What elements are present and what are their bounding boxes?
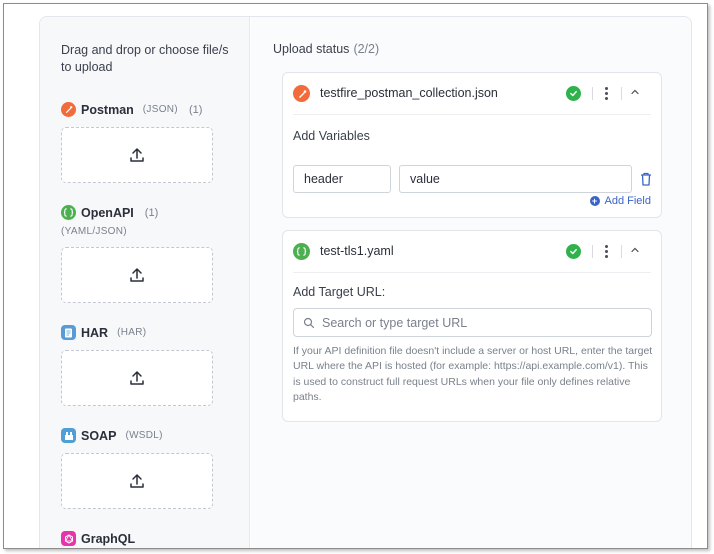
postman-icon [293,85,310,102]
chevron-up-icon[interactable] [629,86,641,98]
more-options-icon[interactable] [603,243,609,260]
file-card-header: testfire_postman_collection.json [293,73,651,115]
type-format: (WSDL) [125,430,163,441]
graphql-icon [61,531,76,546]
variable-value-input[interactable] [399,165,632,193]
postman-icon [61,102,76,117]
file-card-postman: testfire_postman_collection.json Add Var… [282,72,662,218]
divider [592,245,593,258]
upload-panel: Drag and drop or choose file/s to upload… [39,16,692,548]
type-count: (1) [144,206,159,219]
upload-icon [130,268,144,282]
type-graphql: GraphQL [61,531,135,546]
check-circle-icon [566,86,581,101]
file-type-sidebar: Drag and drop or choose file/s to upload… [40,17,250,548]
type-name: HAR [81,325,109,340]
openapi-icon [293,243,310,260]
dropzone-openapi[interactable] [61,247,213,303]
divider [621,245,622,258]
soap-icon [61,428,76,443]
type-format: (JSON) [142,104,178,115]
type-name: Postman [81,102,134,117]
target-url-search[interactable] [293,308,652,337]
upload-icon [130,474,144,488]
search-icon [303,317,315,328]
target-url-help-text: If your API definition file doesn't incl… [293,345,653,403]
file-name: test-tls1.yaml [320,244,394,258]
window-frame: Drag and drop or choose file/s to upload… [3,3,708,549]
type-soap: SOAP (WSDL) [61,428,163,443]
type-har: HAR (HAR) [61,325,146,340]
add-variables-label: Add Variables [293,129,370,143]
upload-icon [130,371,144,385]
type-format: (HAR) [117,327,147,338]
type-subformat: (YAML/JSON) [61,226,127,237]
har-icon [61,325,76,340]
variable-key-input[interactable] [293,165,391,193]
add-target-url-label: Add Target URL: [293,285,386,299]
type-postman: Postman (JSON) (1) [61,102,202,117]
chevron-up-icon[interactable] [629,244,641,256]
upload-status-count: (2/2) [353,42,380,56]
upload-status-area: Upload status (2/2) testfire_postman_coll… [251,17,691,548]
trash-icon[interactable] [640,172,652,186]
upload-status-title: Upload status (2/2) [273,42,379,56]
upload-icon [130,148,144,162]
openapi-icon [61,205,76,220]
type-name: SOAP [81,428,117,443]
type-name: OpenAPI [81,205,134,220]
type-count: (1) [188,103,203,116]
type-openapi: OpenAPI (1) [61,205,158,220]
type-name: GraphQL [81,531,136,546]
more-options-icon[interactable] [603,85,609,102]
divider [621,87,622,100]
upload-status-label: Upload status [273,42,350,56]
target-url-input[interactable] [322,315,622,330]
upload-instructions: Drag and drop or choose file/s to upload [61,43,229,74]
file-name: testfire_postman_collection.json [320,86,498,100]
dropzone-soap[interactable] [61,453,213,509]
add-field-label: Add Field [604,195,651,207]
dropzone-har[interactable] [61,350,213,406]
file-card-header: test-tls1.yaml [293,231,651,273]
add-field-button[interactable]: + Add Field [589,195,651,207]
dropzone-postman[interactable] [61,127,213,183]
plus-circle-icon: + [589,196,600,206]
file-card-openapi: test-tls1.yaml Add Target URL: If your A… [282,230,662,422]
check-circle-icon [566,244,581,259]
divider [592,87,593,100]
